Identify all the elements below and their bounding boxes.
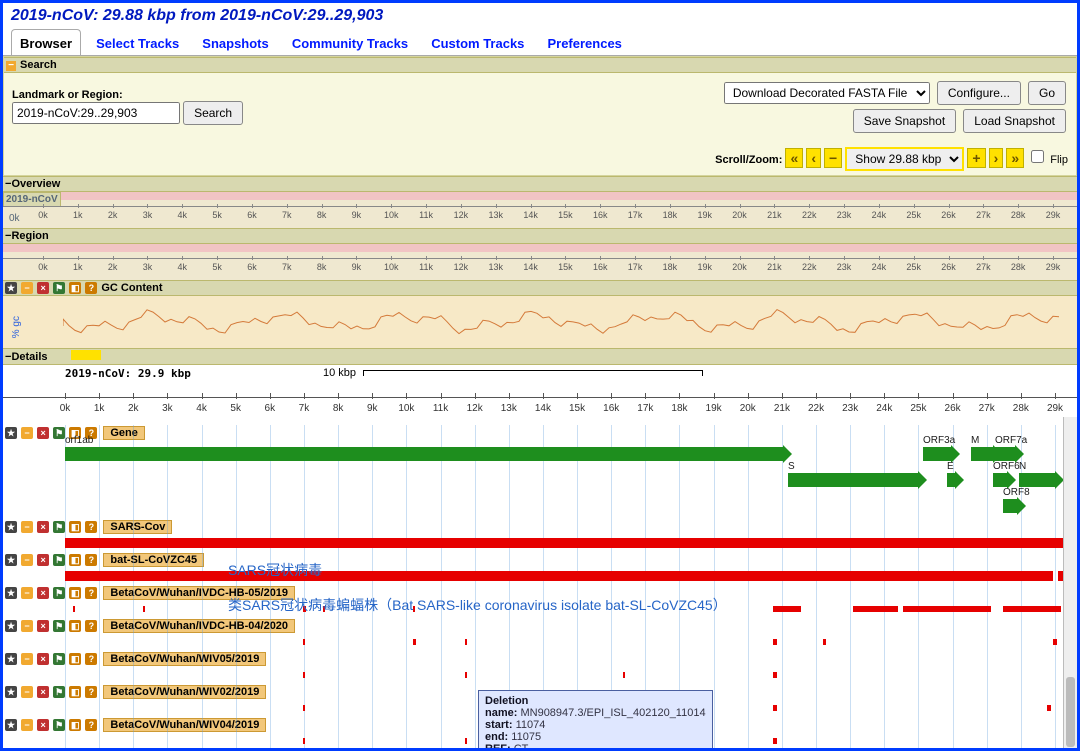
alignment-segment[interactable] bbox=[303, 639, 305, 645]
scroll-end-button[interactable]: » bbox=[1006, 148, 1024, 168]
gene-N[interactable]: N bbox=[1019, 473, 1055, 487]
feature-tooltip: Deletion name: MN908947.3/EPI_ISL_402120… bbox=[478, 690, 713, 751]
zoom-select[interactable]: Show 29.88 kbp bbox=[845, 147, 964, 171]
overview-ruler: 2019-nCoV 0k 0k1k2k3k4k5k6k7k8k9k10k11k1… bbox=[3, 192, 1077, 228]
tab-snapshots[interactable]: Snapshots bbox=[194, 30, 276, 55]
alignment-segment[interactable] bbox=[773, 606, 801, 612]
scroll-home-button[interactable]: « bbox=[785, 148, 803, 168]
alignment-segment[interactable] bbox=[903, 606, 991, 612]
zoom-in-button[interactable]: + bbox=[967, 148, 985, 168]
scroll-zoom-bar: Scroll/Zoom: « ‹ − Show 29.88 kbp + › » … bbox=[4, 145, 1076, 175]
tab-select-tracks[interactable]: Select Tracks bbox=[88, 30, 187, 55]
tab-community-tracks[interactable]: Community Tracks bbox=[284, 30, 416, 55]
gene-track: orf1ab S ORF3a MORF7a E ORF6 NORF8 bbox=[3, 441, 1077, 519]
alignment-segment[interactable] bbox=[773, 705, 777, 711]
favorite-icon[interactable]: ★ bbox=[5, 282, 17, 294]
alignment-segment[interactable] bbox=[143, 606, 145, 612]
save-snapshot-button[interactable]: Save Snapshot bbox=[853, 109, 956, 133]
batsl-annotation: 类SARS冠状病毒蝙蝠株（Bat SARS-like coronavirus i… bbox=[228, 595, 727, 615]
gene-M[interactable]: M bbox=[971, 447, 993, 461]
question-icon[interactable]: ? bbox=[85, 282, 97, 294]
alignment-segment[interactable] bbox=[773, 738, 777, 744]
vertical-scrollbar[interactable] bbox=[1063, 417, 1077, 751]
search-section-header[interactable]: −Search bbox=[4, 57, 1076, 73]
gene-E[interactable]: E bbox=[947, 473, 955, 487]
alignment-segment[interactable] bbox=[773, 639, 777, 645]
alignment-segment[interactable] bbox=[623, 672, 625, 678]
alignment-segment[interactable] bbox=[73, 606, 75, 612]
landmark-label: Landmark or Region: bbox=[12, 89, 123, 101]
highlight-bar bbox=[71, 350, 101, 360]
gene-orf1ab[interactable]: orf1ab bbox=[65, 447, 783, 461]
alignment-segment[interactable] bbox=[65, 571, 1053, 581]
tab-browser[interactable]: Browser bbox=[11, 29, 81, 55]
alignment-segment[interactable] bbox=[465, 639, 467, 645]
load-snapshot-button[interactable]: Load Snapshot bbox=[963, 109, 1066, 133]
close-icon[interactable]: × bbox=[37, 282, 49, 294]
right-controls: Download Decorated FASTA File Configure.… bbox=[722, 79, 1068, 135]
alignment-segment[interactable] bbox=[65, 538, 1063, 548]
gene-ORF8[interactable]: ORF8 bbox=[1003, 499, 1017, 513]
alignment-segment[interactable] bbox=[1053, 639, 1057, 645]
scroll-right-button[interactable]: › bbox=[989, 148, 1004, 168]
alignment-segment[interactable] bbox=[823, 639, 826, 645]
alignment-segment[interactable] bbox=[465, 672, 467, 678]
collapse-icon[interactable]: − bbox=[21, 282, 33, 294]
alignment-segment[interactable] bbox=[1003, 606, 1061, 612]
search-button[interactable]: Search bbox=[183, 101, 243, 125]
region-header[interactable]: −Region bbox=[3, 228, 1077, 244]
download-select[interactable]: Download Decorated FASTA File bbox=[724, 82, 930, 104]
gene-S[interactable]: S bbox=[788, 473, 918, 487]
overview-header[interactable]: −Overview bbox=[3, 176, 1077, 192]
tab-preferences[interactable]: Preferences bbox=[539, 30, 629, 55]
gene-ORF3a[interactable]: ORF3a bbox=[923, 447, 951, 461]
tab-bar: Browser Select Tracks Snapshots Communit… bbox=[3, 29, 1077, 56]
gene-ORF7a[interactable]: ORF7a bbox=[995, 447, 1015, 461]
sars-annotation: SARS冠状病毒 bbox=[228, 560, 322, 580]
alignment-segment[interactable] bbox=[773, 672, 777, 678]
tab-custom-tracks[interactable]: Custom Tracks bbox=[423, 30, 532, 55]
gc-track-header[interactable]: ★ − × ⚑ ◧ ? GC Content bbox=[3, 280, 1077, 296]
alignment-segment[interactable] bbox=[1047, 705, 1051, 711]
page-title: 2019-nCoV: 29.88 kbp from 2019-nCoV:29..… bbox=[3, 3, 1077, 29]
collapse-icon[interactable]: − bbox=[6, 61, 16, 71]
alignment-segment[interactable] bbox=[303, 672, 305, 678]
region-ruler: 0k1k2k3k4k5k6k7k8k9k10k11k12k13k14k15k16… bbox=[3, 244, 1077, 280]
share-icon[interactable]: ⚑ bbox=[53, 282, 65, 294]
alignment-segment[interactable] bbox=[465, 738, 467, 744]
gc-content-plot: % gc bbox=[3, 296, 1077, 348]
alignment-segment[interactable] bbox=[303, 705, 305, 711]
details-panel: 2019-nCoV: 29.9 kbp 10 kbp 0k1k2k3k4k5k6… bbox=[3, 365, 1077, 751]
flip-checkbox[interactable] bbox=[1031, 150, 1044, 163]
region-input[interactable] bbox=[12, 102, 180, 124]
go-button[interactable]: Go bbox=[1028, 81, 1066, 105]
details-header[interactable]: −Details bbox=[3, 348, 1077, 365]
gene-ORF6[interactable]: ORF6 bbox=[993, 473, 1007, 487]
alignment-segment[interactable] bbox=[853, 606, 898, 612]
alignment-segment[interactable] bbox=[413, 639, 416, 645]
alignment-segment[interactable] bbox=[303, 738, 305, 744]
config-icon[interactable]: ◧ bbox=[69, 282, 81, 294]
zoom-out-button[interactable]: − bbox=[824, 148, 842, 168]
details-ruler: 2019-nCoV: 29.9 kbp 10 kbp 0k1k2k3k4k5k6… bbox=[3, 367, 1077, 425]
configure-button[interactable]: Configure... bbox=[937, 81, 1021, 105]
scroll-left-button[interactable]: ‹ bbox=[806, 148, 821, 168]
